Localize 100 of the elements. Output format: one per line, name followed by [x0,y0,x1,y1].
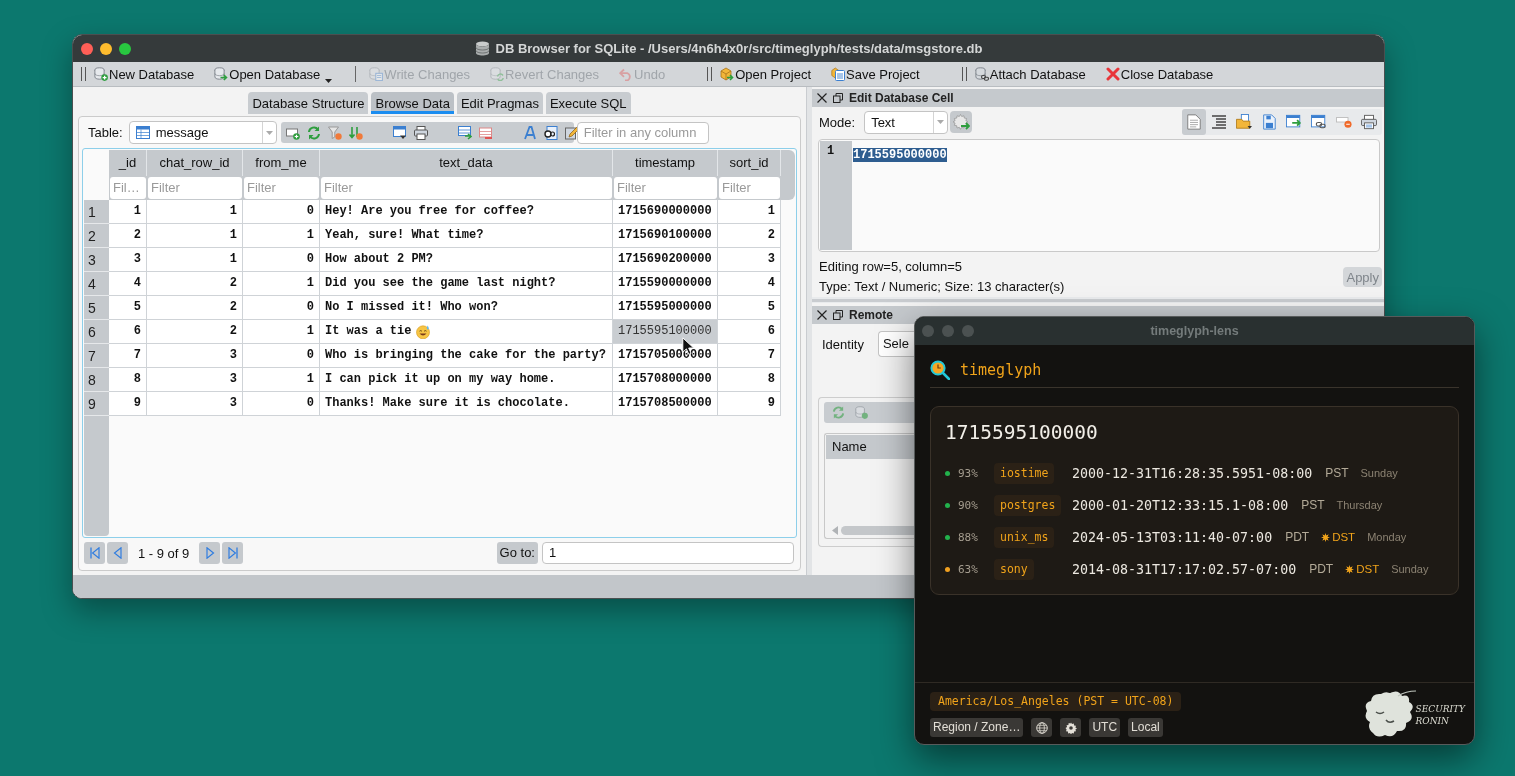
sun-icon [1321,532,1331,542]
database-arrow-icon [214,67,229,81]
refresh-icon[interactable] [306,125,321,140]
printer-icon [1361,114,1377,130]
open-button[interactable]: Open Database [214,64,333,84]
table-cell: Hey! Are you free for coffee? [320,200,613,224]
gear-button[interactable] [1060,718,1082,737]
footer-button[interactable]: UTC [1089,718,1121,737]
column-header[interactable]: from_me [243,150,320,176]
table-cell: How about 2 PM? [320,248,613,272]
database-plus-icon[interactable] [855,406,868,419]
close-button[interactable]: Close Database [1105,64,1214,84]
table-cell: 1 [243,272,320,296]
table-cell: 1715690200000 [613,248,718,272]
overlapping-squares-icon[interactable] [833,310,843,320]
attach-button[interactable]: Attach Database [974,64,1086,84]
row-header[interactable]: 5 [84,296,109,320]
mode-select[interactable]: Text [864,110,949,134]
zoom-window-icon[interactable] [119,42,131,55]
tab[interactable]: Execute SQL [545,92,631,114]
caret-icon[interactable] [325,79,333,83]
row-header[interactable]: 1 [84,200,109,224]
weekday: Sunday [1391,563,1429,575]
tab[interactable]: Edit Pragmas [456,92,543,114]
table-select[interactable]: message [128,121,277,144]
table-cell: 3 [147,368,243,392]
database-plus-icon [94,67,108,81]
row-header[interactable]: 2 [84,224,109,248]
row-header[interactable]: 3 [84,248,109,272]
left-arrow-icon[interactable] [832,525,838,535]
column-header[interactable]: Name [826,435,914,459]
text-tool-button[interactable] [1182,109,1206,135]
identity-select[interactable]: Sele [877,331,914,357]
column-header[interactable]: chat_row_id [147,150,243,176]
table-minus-icon[interactable] [478,125,493,140]
confidence: 88% [958,530,979,544]
editing-status: Editing row=5, column=5 [819,258,964,276]
dropdown-arrow-icon[interactable] [265,130,273,135]
row-header[interactable]: 4 [84,272,109,296]
funnel-icon[interactable] [327,125,342,140]
column-header[interactable]: sort_id [718,150,781,176]
sun-icon [1345,564,1355,574]
row-header[interactable]: 8 [84,368,109,392]
table-cell: 7 [718,344,781,368]
close-window-icon[interactable] [81,42,93,55]
letter-a-icon[interactable] [522,125,537,140]
table-cell: 2 [718,224,781,248]
close-icon[interactable] [817,93,827,103]
confidence: 63% [958,562,979,576]
table-cell: 4 [109,272,147,296]
close-icon[interactable] [817,310,827,320]
footer-button[interactable]: Local [1128,718,1163,737]
tab[interactable]: Database Structure [248,92,369,114]
document-icon [1186,114,1202,130]
table-cell: 1 [243,320,320,344]
zone-abbreviation: PDT [1285,530,1310,544]
table-cell: 1715595000000 [613,296,718,320]
open-project-button[interactable]: Open Project [720,64,811,84]
row-header[interactable]: 7 [84,344,109,368]
table-cell: 1715590000000 [613,272,718,296]
table-cell: 9 [109,392,147,416]
tab[interactable]: Browse Data [371,92,454,114]
table-cell: 3 [718,248,781,272]
identity-label: Identity [822,336,864,352]
globe-button[interactable] [1031,718,1053,737]
table-insert-icon[interactable] [457,125,472,140]
save-project-button[interactable]: Save Project [831,64,920,84]
table-cell: Thanks! Make sure it is chocolate. [320,392,613,416]
footer-button[interactable]: Region / Zone… [930,718,1024,737]
row-header[interactable]: 6 [84,320,109,344]
goto-field[interactable]: 1 [542,542,794,564]
table-cell: 1715708000000 [613,368,718,392]
table-cell: 2 [147,296,243,320]
first-page-button[interactable] [84,542,105,564]
scrollbar-thumb[interactable] [841,525,914,535]
last-page-button[interactable] [222,542,244,564]
zone-abbreviation: PST [1325,466,1349,480]
sort-icon[interactable] [348,125,363,140]
database-link-icon [974,67,989,81]
printer-icon[interactable] [413,125,428,140]
dropdown-arrow-icon[interactable] [937,120,945,124]
next-page-button[interactable] [199,542,221,564]
column-header[interactable]: _id [109,150,147,176]
column-header[interactable]: timestamp [613,150,718,176]
text-lines-icon [1211,114,1227,130]
row-header[interactable]: 9 [84,392,109,416]
previous-page-button[interactable] [107,542,128,564]
auto-mode-button[interactable] [950,111,973,133]
document-search-icon[interactable] [543,125,558,140]
column-header[interactable]: text_data [320,150,613,176]
table-cell: 0 [243,200,320,224]
minimize-window-icon[interactable] [100,42,112,55]
overlapping-squares-icon[interactable] [833,93,843,103]
table-cell: Did you see the game last night? [320,272,613,296]
cell-editor[interactable]: 1 1715595000000 [818,139,1380,252]
new-button[interactable]: New Database [94,64,195,84]
table-cell: It was a tie [320,320,613,344]
table-plus-icon[interactable] [285,125,300,140]
table-cell: 5 [109,296,147,320]
mode-label: Mode: [819,114,856,130]
